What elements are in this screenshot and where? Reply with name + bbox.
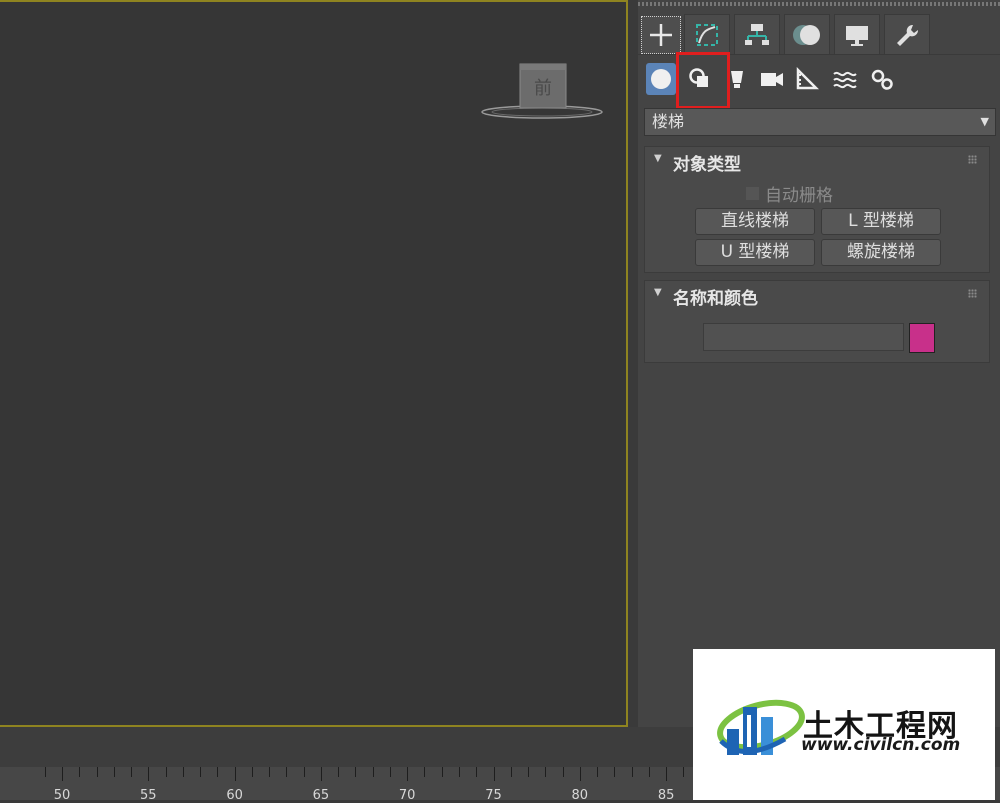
monitor-icon [846, 25, 868, 46]
ruler-tick [165, 767, 167, 777]
watermark-url: www.civilcn.com [801, 735, 961, 755]
collapse-arrow-icon: ▼ [654, 153, 662, 164]
u-type-stair-button[interactable]: U 型楼梯 [695, 239, 815, 266]
category-dropdown[interactable]: 楼梯 ▼ [644, 108, 996, 136]
drag-grip-icon[interactable] [968, 289, 977, 298]
ruler-tick [131, 767, 133, 777]
category-value: 楼梯 [652, 112, 685, 131]
ruler-tick [234, 767, 236, 781]
viewport[interactable]: 前 [0, 0, 628, 727]
ruler-tick [372, 767, 374, 777]
ruler-tick [510, 767, 512, 777]
rollout-object-type-header[interactable]: ▼ 对象类型 [645, 147, 989, 175]
ruler-frame-label: 60 [226, 788, 243, 803]
spiral-stair-button[interactable]: 螺旋楼梯 [821, 239, 941, 266]
tab-utilities[interactable] [884, 14, 930, 54]
l-type-stair-button[interactable]: L 型楼梯 [821, 208, 941, 235]
subtab-space-warps[interactable] [830, 63, 860, 95]
ruler-tick [338, 767, 340, 777]
collapse-arrow-icon: ▼ [654, 287, 662, 298]
object-name-input[interactable] [703, 323, 904, 351]
ruler-tick [79, 767, 81, 777]
ruler-tick [200, 767, 202, 777]
viewcube[interactable]: 前 [480, 62, 605, 122]
rollout-name-color-title: 名称和颜色 [673, 289, 758, 309]
modify-curve-icon [696, 23, 718, 46]
ruler-tick [320, 767, 322, 781]
panel-top-grip [638, 2, 1000, 6]
tab-modify[interactable] [684, 14, 730, 54]
ruler-tick [458, 767, 460, 777]
ruler-tick [62, 767, 63, 781]
ruler-tick [148, 767, 150, 781]
subtab-systems[interactable] [867, 63, 897, 95]
ruler-tick [269, 767, 271, 777]
ruler-tick [579, 767, 581, 781]
ruler-tick [424, 767, 426, 777]
ruler-tick [407, 767, 409, 781]
ruler-frame-label: 80 [571, 788, 589, 803]
ruler-frame-label: 50 [53, 788, 71, 803]
autogrid-checkbox[interactable]: 自动栅格 [745, 181, 833, 206]
ruler-frame-label: 85 [657, 788, 675, 803]
tab-motion[interactable] [784, 14, 830, 54]
ruler-frame-label: 70 [398, 788, 416, 803]
ruler-tick [217, 767, 219, 777]
subtab-geometry[interactable] [646, 63, 676, 95]
ruler-tick [96, 767, 98, 777]
gears-icon [871, 69, 893, 90]
ruler-tick [286, 767, 288, 777]
tab-display[interactable] [834, 14, 880, 54]
ruler-tick [562, 767, 564, 777]
rollout-object-type-title: 对象类型 [673, 155, 741, 175]
camera-icon [761, 73, 783, 86]
rollout-name-color-header[interactable]: ▼ 名称和颜色 [645, 281, 989, 309]
waves-icon [833, 71, 857, 89]
ruler-tick [614, 767, 616, 777]
drag-grip-icon[interactable] [968, 155, 977, 164]
ruler-tick [355, 767, 357, 777]
ruler-tick [303, 767, 305, 777]
motion-icon [793, 24, 820, 45]
ruler-tick [251, 767, 253, 777]
straight-stair-button[interactable]: 直线楼梯 [695, 208, 815, 235]
plus-icon [650, 24, 672, 46]
ruler-tick [528, 767, 530, 777]
ruler-tick [441, 767, 443, 777]
sphere-icon [651, 69, 671, 89]
watermark: 土木工程网 www.civilcn.com [693, 649, 995, 800]
ruler-tick [648, 767, 650, 777]
shapes-highlight-box [676, 52, 730, 109]
tab-create[interactable] [641, 16, 681, 54]
rollout-object-type: ▼ 对象类型 自动栅格 直线楼梯 L 型楼梯 U 型楼梯 螺旋楼梯 [644, 146, 990, 273]
ruler-tick [666, 767, 668, 781]
ruler-tick [476, 767, 478, 777]
ruler-frame-label: 55 [140, 788, 157, 803]
ruler-tick [182, 767, 184, 777]
ruler-tick [683, 767, 685, 777]
ruler-tick [545, 767, 547, 777]
ruler-tick [493, 767, 495, 781]
ruler-tick [631, 767, 633, 777]
ruler-frame-label: 75 [485, 788, 502, 803]
ruler-tick [389, 767, 391, 777]
subtab-helpers[interactable] [792, 63, 822, 95]
civilcn-logo [717, 699, 805, 755]
ruler-icon [796, 67, 819, 90]
hierarchy-icon [745, 23, 769, 45]
object-color-swatch[interactable] [909, 323, 935, 353]
ruler-frame-label: 65 [312, 788, 330, 803]
ruler-tick [113, 767, 115, 777]
wrench-icon [897, 24, 919, 46]
tab-hierarchy[interactable] [734, 14, 780, 54]
autogrid-label: 自动栅格 [765, 186, 833, 206]
ruler-tick [44, 767, 46, 777]
rollout-name-color: ▼ 名称和颜色 [644, 280, 990, 363]
ruler-tick [597, 767, 599, 777]
subtab-cameras[interactable] [757, 63, 787, 95]
viewcube-label: 前 [534, 78, 552, 99]
checkbox-box [745, 186, 760, 201]
chevron-down-icon: ▼ [980, 115, 989, 128]
